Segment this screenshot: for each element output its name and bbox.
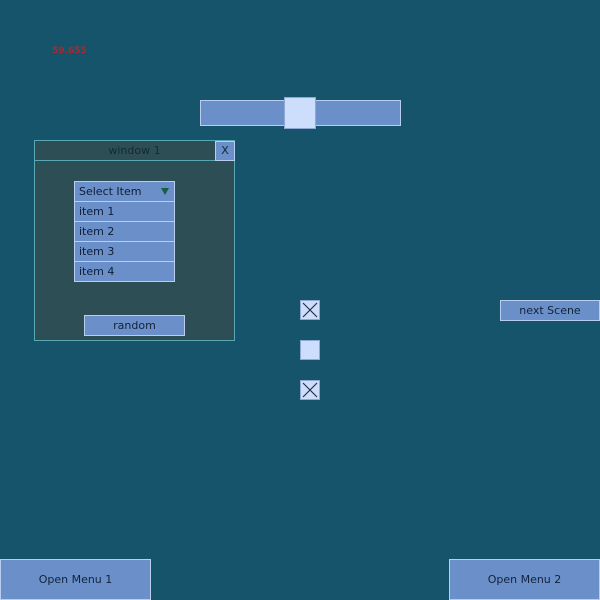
check-x-icon [302, 382, 318, 398]
dropdown-option-label: item 3 [79, 245, 115, 258]
checkbox-1[interactable] [300, 300, 320, 320]
random-button[interactable]: random [84, 315, 185, 336]
window-1: window 1 X Select Item item 1 item 2 ite… [34, 140, 235, 341]
window-close-button[interactable]: X [215, 141, 235, 161]
dropdown-option-item-3[interactable]: item 3 [74, 242, 175, 262]
checkbox-3[interactable] [300, 380, 320, 400]
open-menu-2-button[interactable]: Open Menu 2 [449, 559, 600, 600]
slider-thumb[interactable] [284, 97, 316, 129]
dropdown-option-label: item 1 [79, 205, 115, 218]
dropdown-option-label: item 2 [79, 225, 115, 238]
dropdown-selected-label: Select Item [79, 185, 142, 198]
dropdown-option-item-1[interactable]: item 1 [74, 202, 175, 222]
checkbox-2[interactable] [300, 340, 320, 360]
open-menu-1-button[interactable]: Open Menu 1 [0, 559, 151, 600]
window-title: window 1 [108, 144, 161, 157]
triangle-down-icon [161, 188, 169, 195]
dropdown-option-item-2[interactable]: item 2 [74, 222, 175, 242]
next-scene-button[interactable]: next Scene [500, 300, 600, 321]
dropdown-option-item-4[interactable]: item 4 [74, 262, 175, 282]
item-dropdown[interactable]: Select Item [74, 181, 175, 202]
check-x-icon [302, 302, 318, 318]
window-titlebar[interactable]: window 1 [35, 141, 234, 161]
fps-counter: 59.655 [52, 46, 87, 56]
dropdown-option-label: item 4 [79, 265, 115, 278]
